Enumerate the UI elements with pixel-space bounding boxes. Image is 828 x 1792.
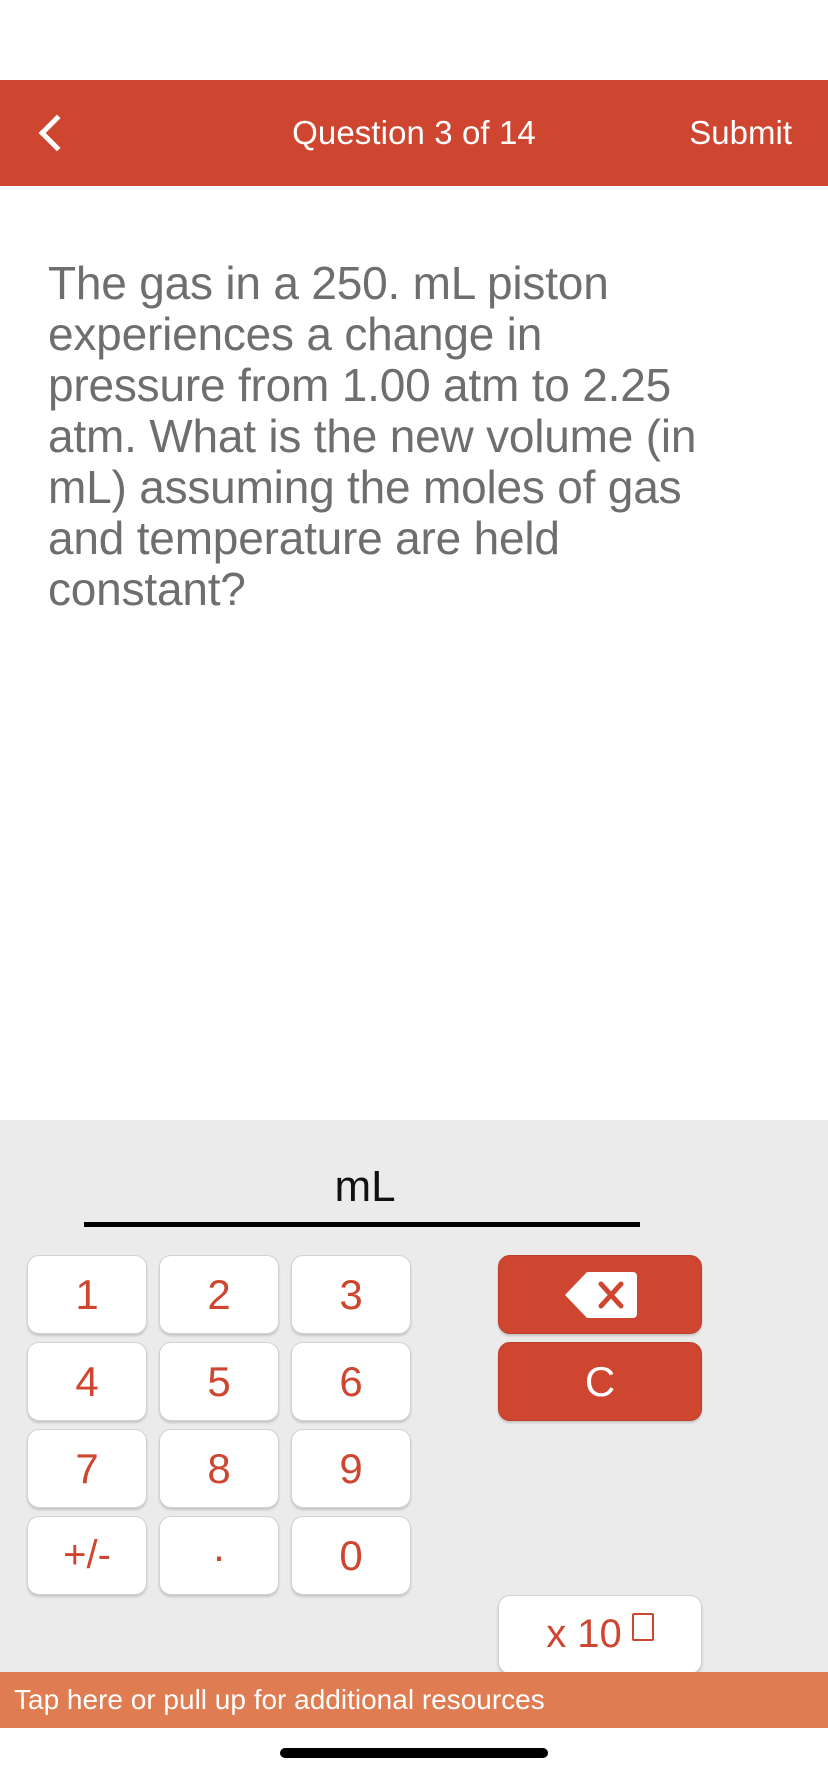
backspace-delete-icon	[565, 1271, 637, 1318]
key-9[interactable]: 9	[291, 1429, 411, 1508]
exponent-text: x 10	[546, 1612, 622, 1656]
home-indicator[interactable]	[280, 1748, 548, 1758]
answer-underline	[84, 1222, 640, 1227]
exponent-button[interactable]: x 10	[498, 1595, 702, 1674]
key-decimal[interactable]: .	[159, 1516, 279, 1595]
submit-button[interactable]: Submit	[689, 114, 792, 152]
home-indicator-area	[0, 1728, 828, 1792]
question-text: The gas in a 250. mL piston experiences …	[48, 257, 697, 615]
action-column-spacer	[498, 1421, 702, 1595]
status-bar	[0, 0, 828, 80]
answer-unit-label: mL	[334, 1162, 396, 1211]
key-plus-minus[interactable]: +/-	[27, 1516, 147, 1595]
number-keypad: 1 2 3 4 5 6 7 8 9 +/- . 0	[27, 1255, 427, 1595]
key-3[interactable]: 3	[291, 1255, 411, 1334]
key-5[interactable]: 5	[159, 1342, 279, 1421]
key-2[interactable]: 2	[159, 1255, 279, 1334]
additional-resources-banner[interactable]: Tap here or pull up for additional resou…	[0, 1672, 828, 1728]
app-screen: Question 3 of 14 Submit The gas in a 250…	[0, 0, 828, 1792]
action-key-column: C x 10	[498, 1255, 702, 1674]
key-8[interactable]: 8	[159, 1429, 279, 1508]
keypad-panel: mL 1 2 3 4 5 6 7 8 9 +/- . 0 C x 10	[0, 1120, 828, 1674]
backspace-button[interactable]	[498, 1255, 702, 1334]
key-1[interactable]: 1	[27, 1255, 147, 1334]
key-6[interactable]: 6	[291, 1342, 411, 1421]
key-4[interactable]: 4	[27, 1342, 147, 1421]
key-7[interactable]: 7	[27, 1429, 147, 1508]
exponent-label: x 10	[546, 1612, 654, 1657]
answer-input[interactable]: mL	[84, 1120, 640, 1216]
banner-text: Tap here or pull up for additional resou…	[14, 1684, 545, 1715]
question-area: The gas in a 250. mL piston experiences …	[0, 186, 828, 1120]
key-0[interactable]: 0	[291, 1516, 411, 1595]
exponent-placeholder-box	[631, 1612, 654, 1641]
app-header: Question 3 of 14 Submit	[0, 80, 828, 186]
clear-button[interactable]: C	[498, 1342, 702, 1421]
